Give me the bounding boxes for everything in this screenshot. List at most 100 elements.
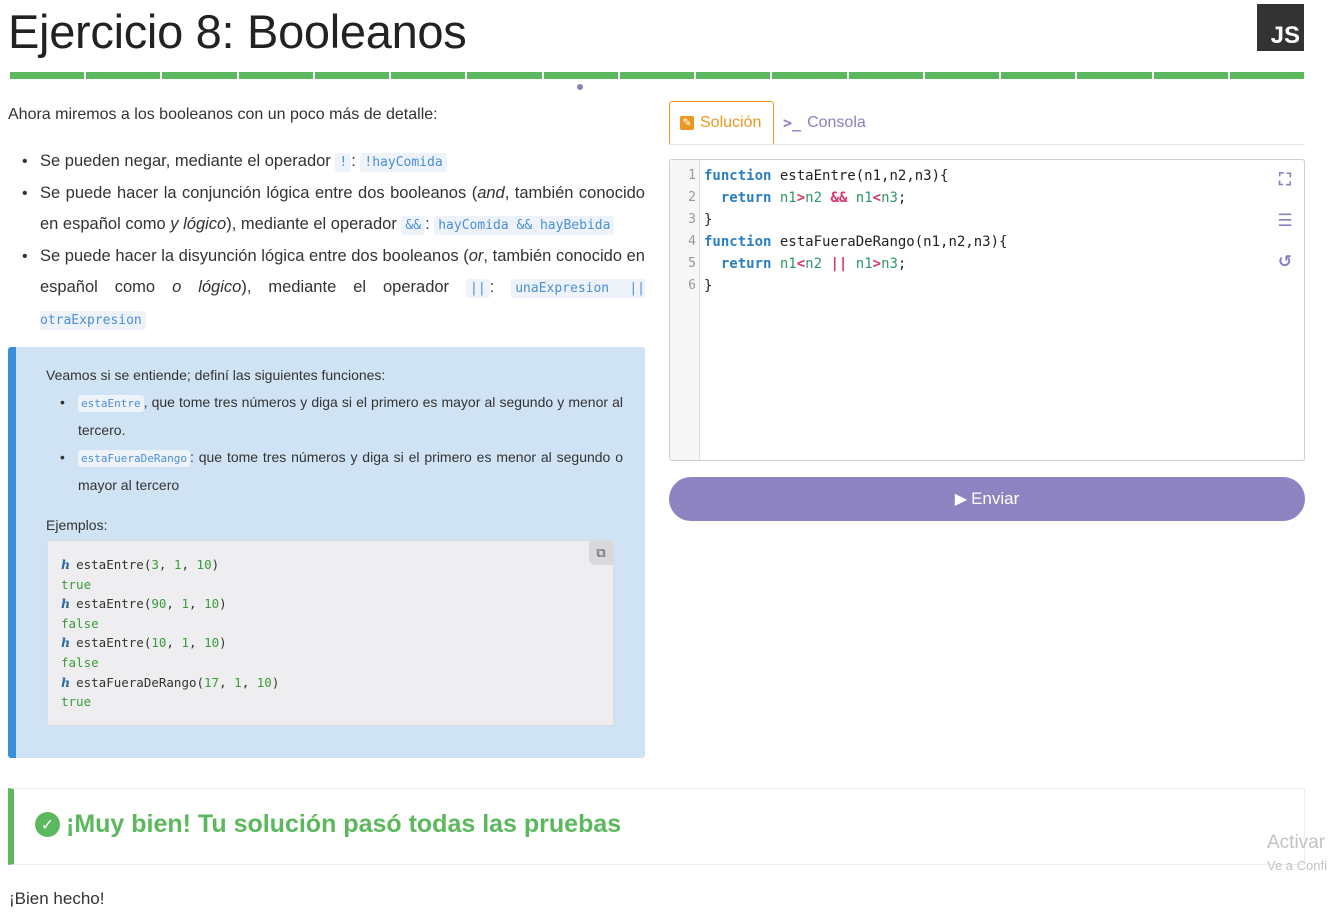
progress-segment[interactable] [467,72,542,79]
progress-segment[interactable] [619,72,695,79]
explanation-text: : [489,278,512,296]
code-token: n1 [855,256,873,272]
code-line[interactable]: return n1<n2 || n1>n3; [704,253,1007,275]
progress-segment[interactable] [162,72,237,79]
task-item: estaFueraDeRango: que tome tres números … [46,444,623,499]
line-number: 3 [688,212,696,227]
line-number-gutter: 1 2 3 4 5 6 [670,160,700,460]
function-name-code: estaEntre [78,395,144,412]
page-title: Ejercicio 8: Booleanos [8,5,467,58]
tab-solution[interactable]: ✎ Solución [669,101,774,144]
progress-segment[interactable] [238,72,313,79]
example-arg: 1 [234,674,242,690]
terminal-icon: >_ [783,113,802,132]
explanation-text: : [425,215,435,233]
code-token: function [704,168,772,184]
line-number: 1 [688,168,696,183]
success-message: ¡Muy bien! Tu solución pasó todas las pr… [66,810,622,838]
code-token: function [704,234,772,250]
example-call-line: ℎ estaEntre(90, 1, 10) [61,596,227,612]
tab-console[interactable]: >_ Consola [783,101,866,144]
line-number: 5 [688,256,696,271]
prompt-icon: ℎ [61,674,71,690]
code-token: ; [897,190,907,206]
submit-label: Enviar [971,489,1020,508]
example-result: false [61,654,99,670]
code-token: n1 [779,256,797,272]
code-line[interactable]: } [704,209,1007,231]
feedback-text: ¡Bien hecho! [9,889,105,908]
example-call: estaEntre( [76,596,152,612]
progress-segment[interactable] [314,72,390,79]
code-token: n1 [779,190,797,206]
explanation-text: ), mediante el operador [241,278,467,296]
emphasis-text: y lógico [170,215,227,233]
inline-code: !hayComida [360,153,447,172]
progress-segment[interactable] [10,72,85,79]
function-name-code: estaFueraDeRango [78,450,190,467]
fullscreen-icon[interactable]: ⛶ [1275,170,1295,211]
explanation-list: Se pueden negar, mediante el operador !:… [8,146,645,336]
code-token: } [704,212,713,228]
example-call-line: ℎ estaFueraDeRango(17, 1, 10) [61,674,280,690]
code-line[interactable]: function estaFueraDeRango(n1,n2,n3){ [704,231,1007,253]
progress-segment[interactable] [1153,72,1228,79]
code-editor[interactable]: 1 2 3 4 5 6 function estaEntre(n1,n2,n3){ ret… [669,159,1305,461]
check-circle-icon: ✓ [35,812,60,837]
code-token: || [830,256,848,272]
line-number: 2 [688,190,696,205]
success-banner: ✓ ¡Muy bien! Tu solución pasó todas las … [8,788,1305,865]
code-token: n2 [805,256,823,272]
reset-icon[interactable]: ↺ [1275,252,1295,293]
example-call: estaEntre( [76,557,152,572]
copy-icon[interactable]: ⧉ [589,541,613,565]
current-exercise-marker [577,84,583,90]
prompt-icon: ℎ [61,557,71,572]
progress-segment[interactable] [1001,72,1076,79]
code-line[interactable]: function estaEntre(n1,n2,n3){ [704,165,1007,187]
example-arg: 90 [151,596,167,612]
code-line[interactable]: return n1>n2 && n1<n3; [704,187,1007,209]
progress-segment[interactable] [772,72,847,79]
code-line[interactable]: } [704,275,1007,297]
progress-segment[interactable] [924,72,1000,79]
example-call: estaEntre( [76,635,152,651]
inline-code: && [401,216,426,235]
emphasis-text: o lógico [172,278,242,296]
task-item: estaEntre, que tome tres números y diga … [46,389,623,444]
example-arg: 17 [204,674,220,690]
progress-segment[interactable] [848,72,923,79]
example-arg: 10 [256,674,272,690]
code-token: } [704,278,713,294]
examples-console: ℎ estaEntre(3, 1, 10) true ℎ estaEntre(90, 1… [61,555,279,712]
progress-segment[interactable] [696,72,771,79]
progress-segment[interactable] [391,72,466,79]
editor-toolbar: ⛶ ☰ ↺ [1275,170,1295,293]
explanation-text: : [351,152,361,170]
progress-segment[interactable] [1077,72,1152,79]
example-arg: 10 [196,557,212,572]
inline-code: hayComida && hayBebida [434,216,615,235]
code-token: < [872,190,882,206]
emphasis-text: and [477,184,505,202]
explanation-text: Se pueden negar, mediante el operador [40,152,336,170]
code-content[interactable]: function estaEntre(n1,n2,n3){ return n1>… [704,165,1007,297]
example-arg: 10 [204,596,220,612]
example-call: estaFueraDeRango( [76,674,205,690]
prompt-icon: ℎ [61,635,71,651]
example-result: false [61,615,99,631]
submit-button[interactable]: ▶ Enviar [669,477,1305,521]
indent-icon[interactable]: ☰ [1275,211,1295,252]
example-arg: 10 [151,635,167,651]
progress-segment[interactable] [86,72,161,79]
progress-segment[interactable] [1229,72,1304,79]
code-token: > [796,190,806,206]
tab-console-label: Consola [807,113,866,131]
code-token: && [830,190,848,206]
progress-segment[interactable] [543,72,618,79]
example-arg: 1 [181,635,190,651]
example-result: true [61,576,92,592]
